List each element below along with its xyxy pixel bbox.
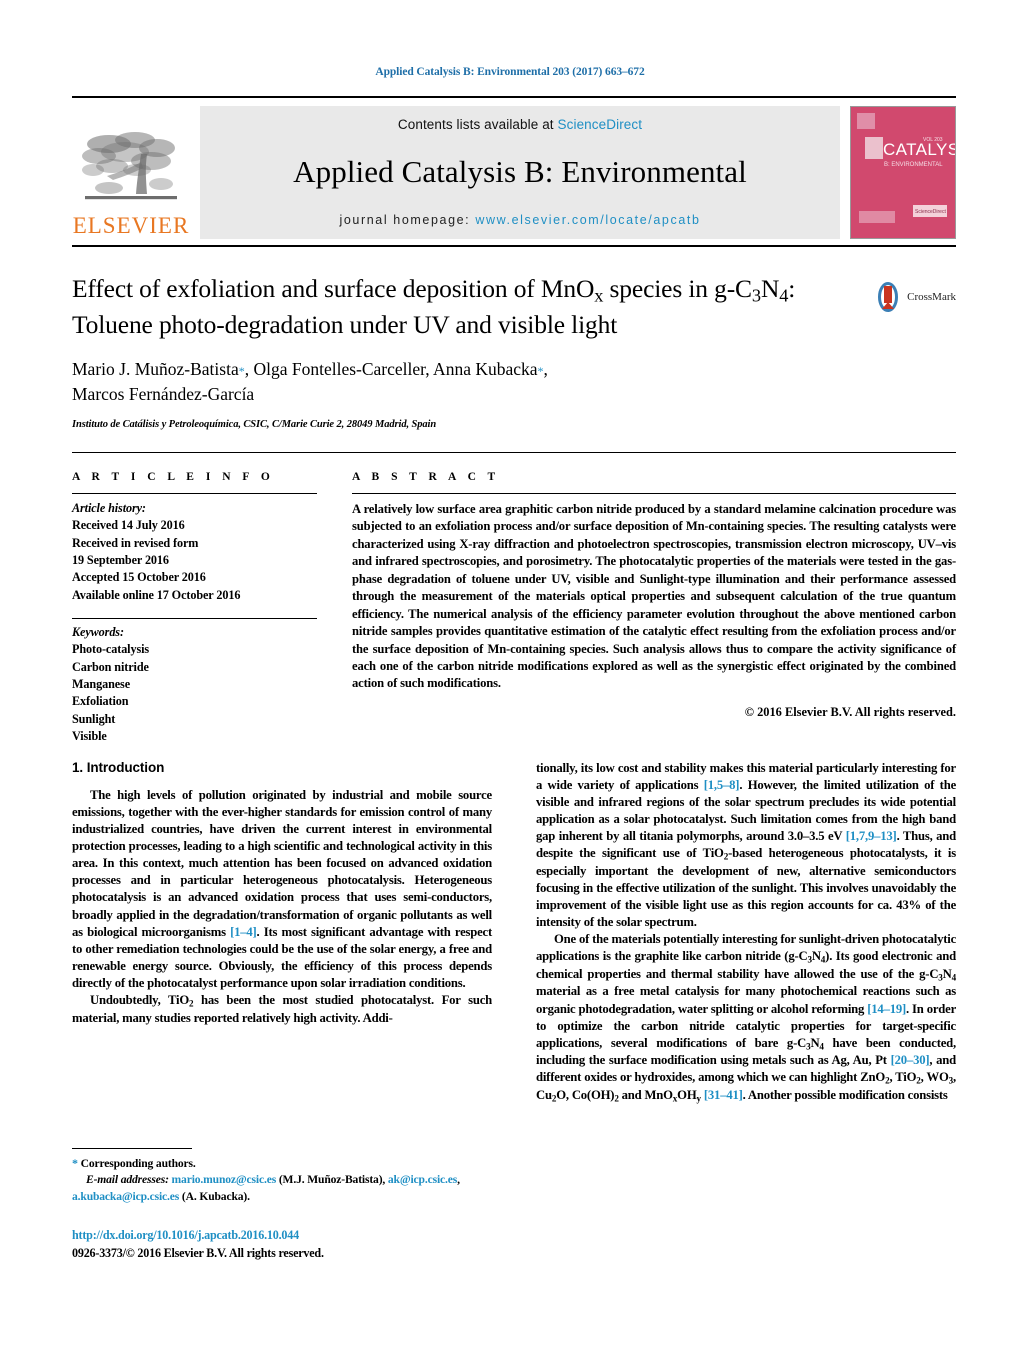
keyword-item: Photo-catalysis (72, 642, 150, 657)
citation-ref[interactable]: [1–4] (230, 925, 257, 939)
doi-block: http://dx.doi.org/10.1016/j.apcatb.2016.… (72, 1226, 572, 1262)
footnote-rule (72, 1148, 192, 1149)
title-block: Effect of exfoliation and surface deposi… (72, 272, 956, 430)
section-heading-introduction: 1. Introduction (72, 760, 165, 775)
keywords-block: Keywords: Photo-catalysis Carbon nitride… (72, 617, 317, 745)
keyword-item: Visible (72, 728, 107, 743)
article-info-column: A R T I C L E I N F O Article history: R… (72, 471, 317, 745)
journal-homepage-line: journal homepage: www.elsevier.com/locat… (340, 213, 701, 227)
keyword-item: Manganese (72, 676, 131, 691)
article-info-heading: A R T I C L E I N F O (72, 471, 275, 483)
abstract-text: A relatively low surface area graphitic … (352, 502, 956, 691)
column-gap (317, 471, 352, 745)
paper-page: Applied Catalysis B: Environmental 203 (… (0, 0, 1020, 1351)
citation-ref[interactable]: [31–41] (704, 1088, 743, 1102)
title-part-1: Effect of exfoliation and surface deposi… (72, 274, 595, 303)
citation-ref[interactable]: [20–30] (891, 1053, 930, 1067)
para-text: tionally, its low cost and stability mak… (536, 761, 956, 793)
keyword-item: Exfoliation (72, 694, 129, 709)
citation-ref[interactable]: [1,7,9–13] (846, 829, 897, 843)
crossmark-icon (878, 282, 899, 312)
issn-copyright-line: 0926-3373/© 2016 Elsevier B.V. All right… (72, 1246, 324, 1261)
author-list: Mario J. Muñoz-Batista*, Olga Fontelles-… (72, 357, 956, 407)
svg-text:VOL 203: VOL 203 (923, 137, 943, 143)
title-line-2: Toluene photo-degradation under UV and v… (72, 309, 618, 339)
title-part-4: : (788, 274, 796, 303)
footnote-corresponding-text: Corresponding authors. (80, 1157, 196, 1170)
journal-band: Contents lists available at ScienceDirec… (200, 106, 840, 239)
email-addresses-label: E-mail addresses: (86, 1173, 169, 1187)
paragraph: The high levels of pollution originated … (72, 787, 492, 992)
history-item: 19 September 2016 (72, 552, 169, 567)
footnote-emails: E-mail addresses: mario.munoz@csic.es (M… (72, 1172, 492, 1205)
article-history-label: Article history: (72, 501, 146, 515)
email-link-1[interactable]: mario.munoz@csic.es (172, 1173, 277, 1186)
body-column-gap (492, 760, 536, 1104)
article-history: Article history: Received 14 July 2016 R… (72, 494, 317, 604)
page-title: Effect of exfoliation and surface deposi… (72, 272, 862, 341)
journal-cover-thumbnail: CATALYSIS B: ENVIRONMENTAL VOL 203 Scien… (850, 106, 956, 239)
running-head: Applied Catalysis B: Environmental 203 (… (375, 66, 645, 78)
journal-cover-art: CATALYSIS B: ENVIRONMENTAL VOL 203 Scien… (851, 107, 955, 233)
para-text: The high levels of pollution originated … (72, 788, 492, 939)
footnote-star-icon: * (72, 1156, 78, 1170)
journal-masthead: ELSEVIER Contents lists available at Sci… (72, 96, 956, 247)
abstract-column: A B S T R A C T A relatively low surface… (352, 471, 956, 745)
elsevier-wordmark: ELSEVIER (72, 213, 190, 238)
keyword-item: Sunlight (72, 711, 116, 726)
title-sub-3: 3 (751, 285, 761, 306)
email-link-2[interactable]: ak@icp.csic.es (388, 1173, 457, 1186)
email-name-3: (A. Kubacka). (179, 1189, 250, 1203)
elsevier-tree-icon (82, 132, 177, 200)
email-name-1: (M.J. Muñoz-Batista), (276, 1173, 388, 1187)
contents-available-line: Contents lists available at ScienceDirec… (398, 117, 642, 132)
paragraph: One of the materials potentially interes… (536, 932, 957, 1104)
title-sub-4: 4 (779, 285, 789, 306)
svg-text:CATALYSIS: CATALYSIS (883, 140, 955, 159)
history-item: Received 14 July 2016 (72, 518, 185, 533)
info-abstract-region: A R T I C L E I N F O Article history: R… (72, 452, 956, 745)
history-item: Received in revised form (72, 535, 199, 550)
svg-text:ScienceDirect: ScienceDirect (915, 209, 946, 215)
paragraph: tionally, its low cost and stability mak… (536, 761, 957, 930)
author-4: Marcos Fernández-García (72, 384, 255, 405)
abstract-heading: A B S T R A C T (352, 471, 500, 483)
author-1: Mario J. Muñoz-Batista (72, 359, 239, 380)
crossmark-badge[interactable]: CrossMark (873, 282, 956, 312)
citation-ref[interactable]: [14–19] (867, 1002, 906, 1016)
elsevier-logo: ELSEVIER (72, 106, 190, 239)
author-2-3: , Olga Fontelles-Carceller, Anna Kubacka (244, 359, 538, 380)
journal-homepage-link[interactable]: www.elsevier.com/locate/apcatb (475, 213, 700, 227)
title-part-3: N (760, 274, 780, 303)
doi-link[interactable]: http://dx.doi.org/10.1016/j.apcatb.2016.… (72, 1226, 572, 1244)
title-part-2: species in g-C (603, 274, 753, 303)
email-sep: , (457, 1173, 460, 1187)
body-columns: 1. Introduction The high levels of pollu… (72, 760, 956, 1104)
citation-ref[interactable]: [1,5–8] (704, 778, 740, 792)
email-link-3[interactable]: a.kubacka@icp.csic.es (72, 1190, 179, 1203)
keyword-item: Carbon nitride (72, 659, 149, 674)
homepage-prefix: journal homepage: (339, 213, 476, 227)
contents-prefix: Contents lists available at (397, 117, 558, 132)
history-item: Accepted 15 October 2016 (72, 570, 206, 585)
footnote-corresponding: * Corresponding authors. (72, 1155, 492, 1172)
keywords-list: Keywords: Photo-catalysis Carbon nitride… (72, 619, 317, 745)
crossmark-label: CrossMark (907, 291, 956, 303)
title-sub-x: x (594, 285, 604, 306)
body-left-column: 1. Introduction The high levels of pollu… (72, 760, 492, 1104)
journal-title: Applied Catalysis B: Environmental (293, 154, 747, 190)
paragraph: Undoubtedly, TiO2 has been the most stud… (72, 992, 492, 1025)
footnote-block: * Corresponding authors. E-mail addresse… (72, 1148, 492, 1205)
abstract-copyright: © 2016 Elsevier B.V. All rights reserved… (744, 704, 956, 719)
history-item: Available online 17 October 2016 (72, 587, 241, 602)
keywords-label: Keywords: (72, 624, 124, 639)
svg-text:B: ENVIRONMENTAL: B: ENVIRONMENTAL (884, 162, 943, 168)
affiliation: Instituto de Catálisis y Petroleoquímica… (72, 419, 437, 431)
sciencedirect-link[interactable]: ScienceDirect (558, 117, 643, 132)
author-line1-tail: , (543, 359, 548, 380)
body-right-column: tionally, its low cost and stability mak… (536, 760, 956, 1104)
